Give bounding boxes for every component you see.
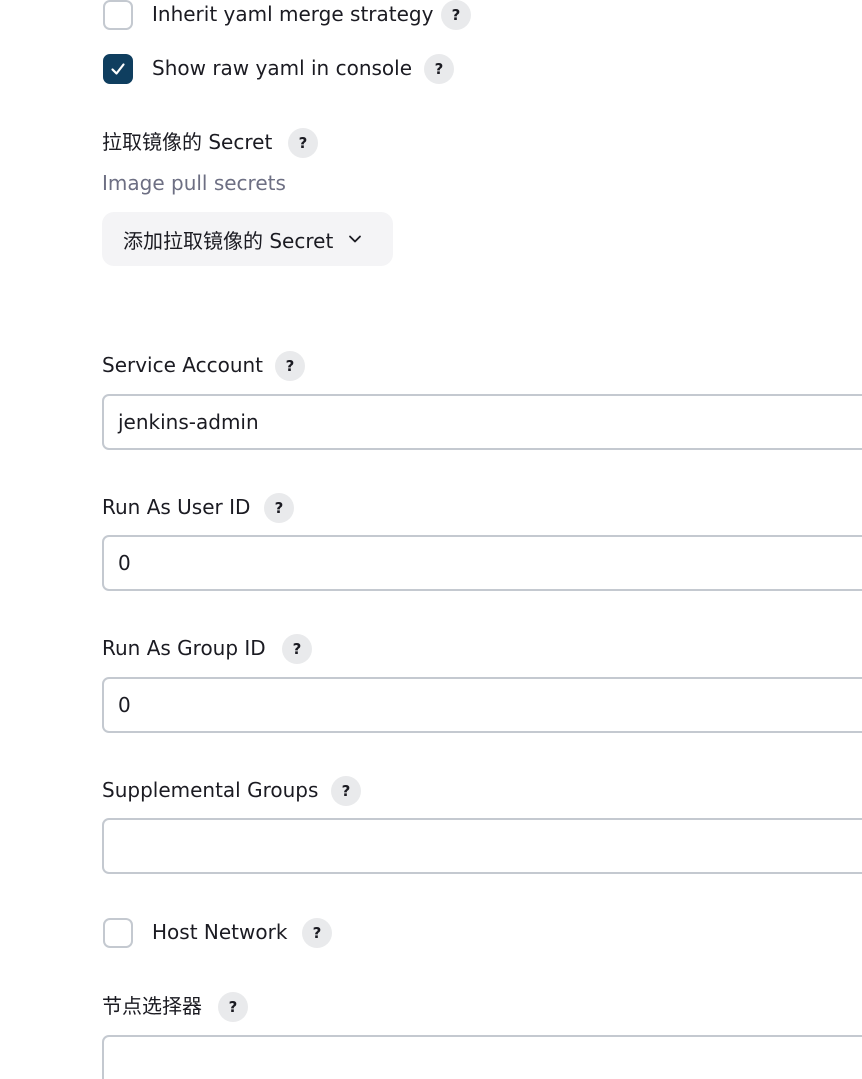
add-image-pull-secret-button[interactable]: 添加拉取镜像的 Secret [102,212,393,266]
show-raw-yaml-checkbox[interactable] [103,54,133,84]
chevron-down-icon [347,231,363,247]
show-raw-yaml-label: Show raw yaml in console [152,56,413,80]
help-icon[interactable]: ? [275,351,305,381]
host-network-label: Host Network [152,920,288,944]
service-account-input[interactable]: jenkins-admin [102,394,862,450]
inherit-yaml-checkbox[interactable] [103,0,133,30]
help-icon[interactable]: ? [441,0,471,30]
help-icon[interactable]: ? [282,634,312,664]
help-icon[interactable]: ? [264,493,294,523]
run-as-user-id-input[interactable]: 0 [102,535,862,591]
inherit-yaml-label: Inherit yaml merge strategy [152,2,434,26]
supplemental-groups-input[interactable] [102,818,862,874]
supplemental-groups-label: Supplemental Groups [102,778,319,802]
help-icon[interactable]: ? [288,128,318,158]
run-as-group-id-label: Run As Group ID [102,636,266,660]
add-image-pull-secret-button-label: 添加拉取镜像的 Secret [123,228,334,253]
image-pull-secret-label: 拉取镜像的 Secret [102,130,273,154]
node-selector-label: 节点选择器 [102,994,202,1018]
help-icon[interactable]: ? [424,54,454,84]
help-icon[interactable]: ? [331,776,361,806]
help-icon[interactable]: ? [302,918,332,948]
help-icon[interactable]: ? [218,992,248,1022]
image-pull-secrets-description: Image pull secrets [102,171,286,195]
host-network-checkbox[interactable] [103,918,133,948]
node-selector-input[interactable] [102,1035,862,1079]
check-icon [111,63,125,75]
run-as-user-id-label: Run As User ID [102,495,251,519]
run-as-group-id-input[interactable]: 0 [102,677,862,733]
service-account-label: Service Account [102,353,264,377]
